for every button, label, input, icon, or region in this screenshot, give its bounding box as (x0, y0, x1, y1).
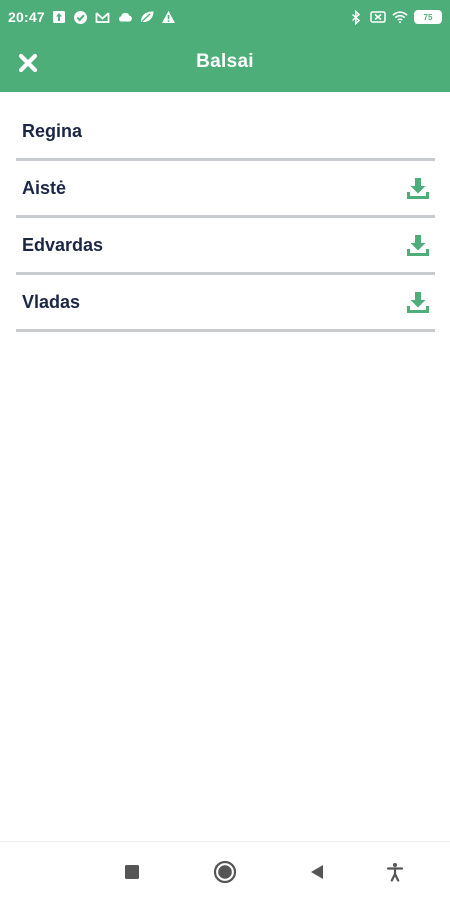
status-notification-icons (51, 9, 177, 25)
home-circle-icon[interactable] (212, 859, 238, 885)
check-circle-icon (73, 9, 89, 25)
voice-list: Regina Aistė Edvardas Vladas (16, 104, 435, 332)
voice-item-edvardas[interactable]: Edvardas (16, 218, 435, 275)
recents-square-icon[interactable] (119, 859, 145, 885)
download-icon[interactable] (405, 176, 431, 202)
accessibility-icon[interactable] (382, 859, 408, 885)
app-bar: Balsai (0, 34, 450, 92)
warning-icon (161, 9, 177, 25)
leaf-icon (139, 9, 155, 25)
voice-item-label: Vladas (22, 291, 81, 312)
status-time: 20:47 (8, 9, 45, 25)
back-triangle-icon[interactable] (304, 859, 330, 885)
battery-icon: 75 (414, 10, 442, 24)
upload-icon (51, 9, 67, 25)
cloud-icon (117, 9, 133, 25)
bluetooth-icon (348, 9, 364, 25)
download-icon[interactable] (405, 233, 431, 259)
voice-item-vladas[interactable]: Vladas (16, 275, 435, 332)
mail-icon (95, 9, 111, 25)
voice-item-label: Regina (22, 120, 83, 141)
page-title: Balsai (196, 51, 254, 72)
voice-item-label: Edvardas (22, 234, 104, 255)
sim-off-icon (370, 9, 386, 25)
navigation-bar (0, 841, 450, 900)
voice-item-label: Aistė (22, 177, 67, 198)
status-bar: 20:47 75 (0, 0, 450, 34)
voice-item-aiste[interactable]: Aistė (16, 161, 435, 218)
battery-level: 75 (423, 12, 433, 22)
download-icon[interactable] (405, 290, 431, 316)
wifi-icon (392, 9, 408, 25)
voice-item-regina[interactable]: Regina (16, 104, 435, 161)
status-system-icons: 75 (348, 9, 442, 25)
